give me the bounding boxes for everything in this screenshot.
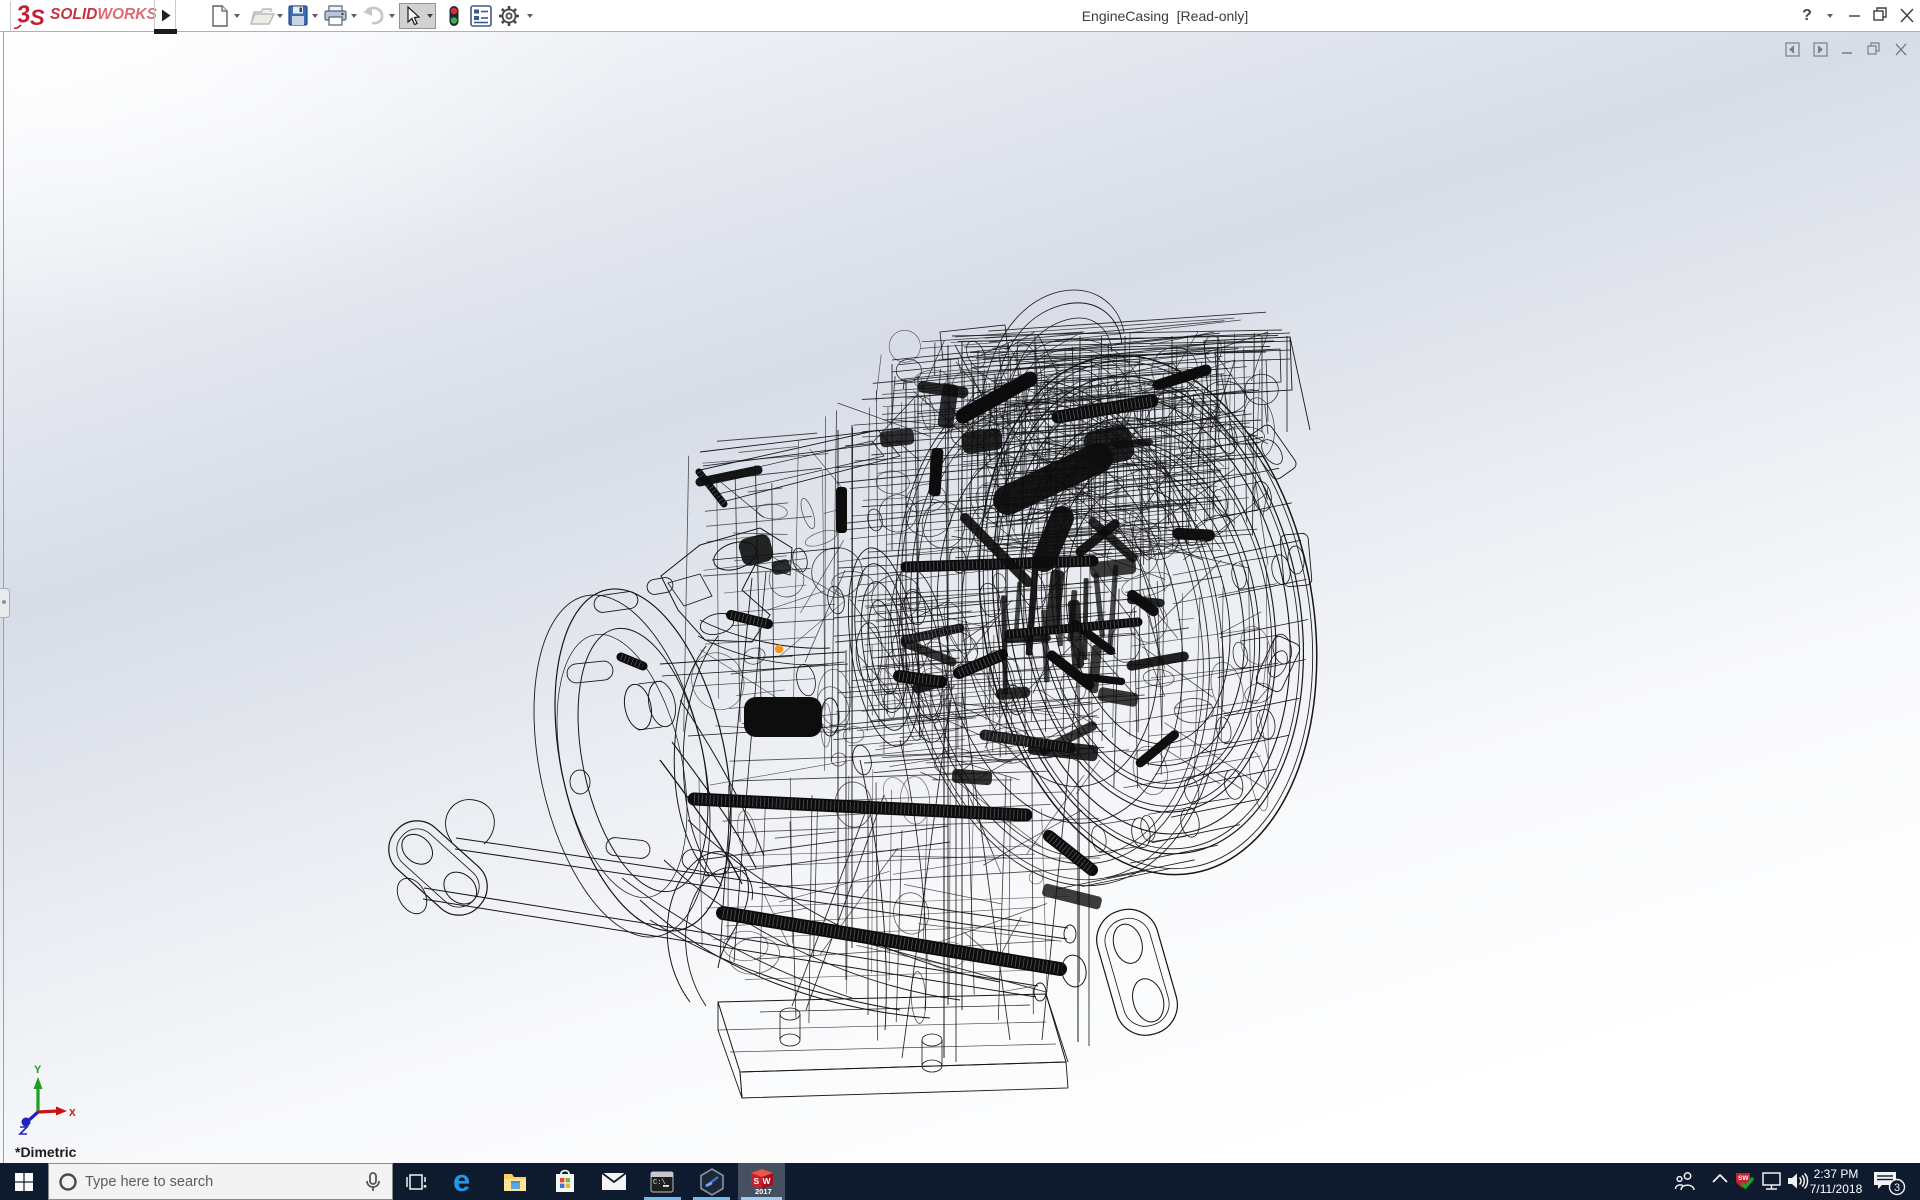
svg-text:W: W bbox=[763, 1176, 772, 1186]
svg-text:S: S bbox=[754, 1176, 760, 1186]
svg-text:Y: Y bbox=[34, 1064, 42, 1076]
svg-text:X: X bbox=[69, 1108, 76, 1119]
svg-text:2017: 2017 bbox=[755, 1187, 772, 1196]
svg-text:S: S bbox=[30, 5, 45, 29]
svg-text:SW: SW bbox=[1738, 1175, 1749, 1182]
svg-text:3: 3 bbox=[1894, 1182, 1900, 1194]
